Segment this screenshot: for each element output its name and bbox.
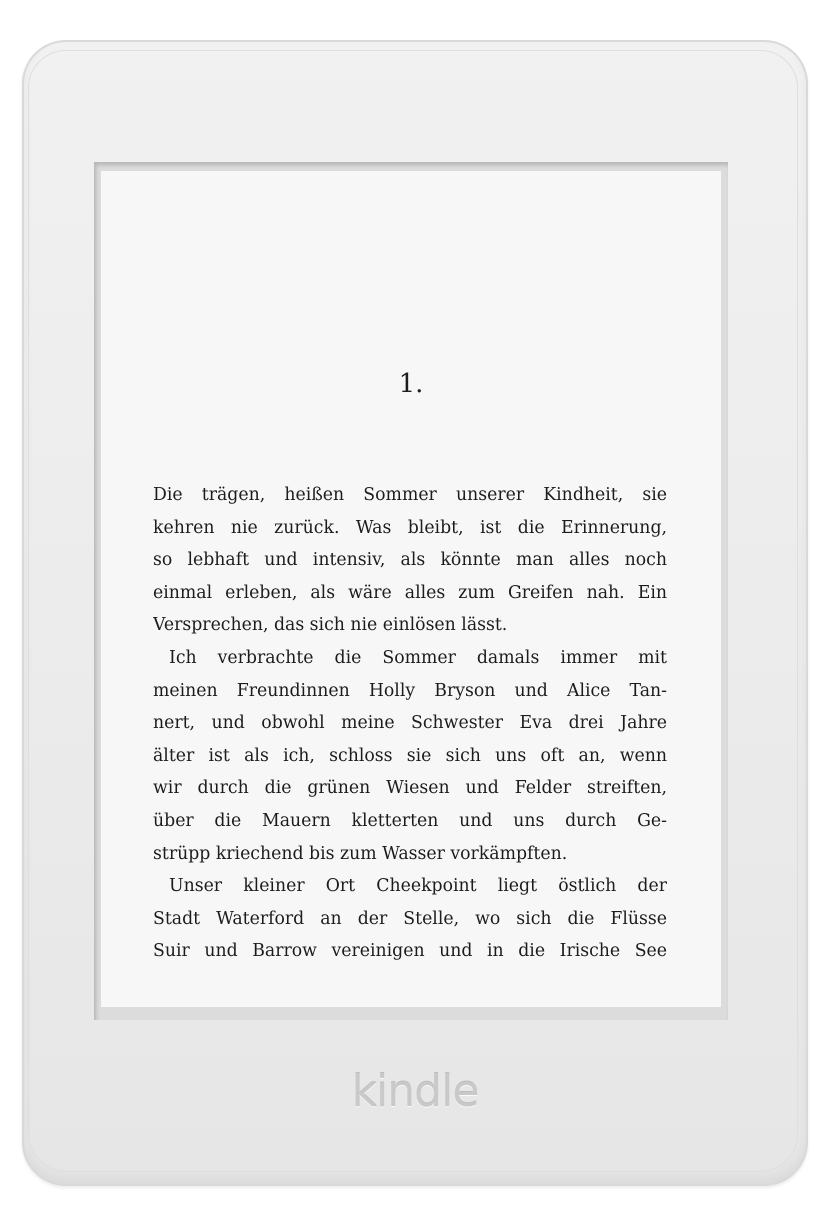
- text-line: über die Mauern kletterten und uns durch…: [153, 810, 667, 831]
- text-line: Suir und Barrow vereinigen und in die Ir…: [153, 941, 667, 962]
- kindle-device: 1. Die trägen, heißen Sommer unserer Kin…: [22, 40, 808, 1186]
- text-line: älter ist als ich, schloss sie sich uns …: [153, 745, 667, 766]
- screen-bezel: 1. Die trägen, heißen Sommer unserer Kin…: [94, 162, 728, 1020]
- text-line: wir durch die grünen Wiesen und Felder s…: [153, 778, 667, 799]
- text-line: Ich verbrachte die Sommer damals immer m…: [169, 647, 667, 668]
- text-line: meinen Freundinnen Holly Bryson und Alic…: [153, 680, 667, 701]
- page-text: Die trägen, heißen Sommer unserer Kindhe…: [153, 479, 667, 968]
- text-line: strüpp kriechend bis zum Wasser vorkämpf…: [153, 843, 568, 864]
- text-line: einmal erleben, als wäre alles zum Greif…: [153, 582, 667, 603]
- text-line: Die trägen, heißen Sommer unserer Kindhe…: [153, 485, 667, 505]
- text-line: Unser kleiner Ort Cheekpoint liegt östli…: [169, 876, 667, 897]
- reading-screen[interactable]: 1. Die trägen, heißen Sommer unserer Kin…: [101, 171, 721, 1007]
- text-line: so lebhaft und intensiv, als könnte man …: [153, 550, 667, 571]
- text-line: Stadt Waterford an der Stelle, wo sich d…: [153, 908, 667, 929]
- text-line: nert, und obwohl meine Schwester Eva dre…: [153, 713, 667, 734]
- text-line: kehren nie zurück. Was bleibt, ist die E…: [153, 517, 667, 538]
- chapter-number: 1.: [398, 369, 424, 399]
- text-line: Versprechen, das sich nie einlösen lässt…: [153, 615, 508, 636]
- kindle-logo: kindle: [351, 1066, 480, 1117]
